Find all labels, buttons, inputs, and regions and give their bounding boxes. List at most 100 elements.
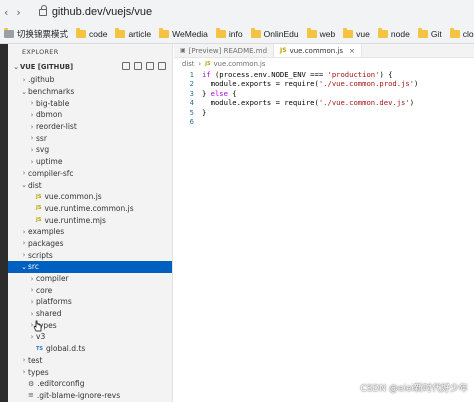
tree-item-label: shared bbox=[36, 309, 62, 319]
tree-item-label: .git-blame-ignore-revs bbox=[36, 390, 121, 400]
chevron-down-icon: ⌄ bbox=[21, 262, 27, 271]
tree-item-label: vue.runtime.mjs bbox=[44, 215, 106, 225]
tree-item-label: examples bbox=[28, 227, 65, 237]
tree-folder[interactable]: › compiler-sfc bbox=[8, 168, 172, 180]
chevron-right-icon: › bbox=[198, 60, 202, 68]
bookmark-item[interactable]: WeMedia bbox=[159, 28, 208, 39]
code-editor[interactable]: 1 if (process.env.NODE_ENV === 'productio… bbox=[174, 70, 474, 126]
chevron-right-icon: › bbox=[30, 134, 34, 143]
breadcrumb-file[interactable]: vue.common.js bbox=[214, 60, 266, 68]
tree-file[interactable]: JS vue.common.js bbox=[8, 191, 172, 203]
chevron-right-icon: › bbox=[22, 227, 26, 236]
tree-item-label: vue.common.js bbox=[44, 192, 102, 202]
code-token: ) bbox=[414, 79, 419, 89]
tree-file[interactable]: ⚙ .editorconfig bbox=[8, 378, 172, 390]
bookmark-item[interactable]: info bbox=[215, 28, 243, 39]
repo-root[interactable]: ⌄ VUE [GITHUB] bbox=[8, 60, 172, 74]
tree-folder[interactable]: › v3 bbox=[8, 331, 172, 343]
bookmark-label: 切换锦票模式 bbox=[17, 29, 69, 39]
bookmark-item[interactable]: OnlinEdu bbox=[250, 28, 299, 39]
bookmark-label: OnlinEdu bbox=[263, 29, 299, 39]
forward-arrow-icon[interactable]: › bbox=[12, 6, 24, 19]
collapse-all-icon[interactable] bbox=[158, 62, 166, 70]
tree-file[interactable]: JS vue.runtime.common.js bbox=[8, 203, 172, 215]
folder-icon bbox=[306, 28, 317, 38]
explorer-header: EXPLORER bbox=[22, 48, 59, 56]
tree-folder[interactable]: ⌄ src bbox=[8, 261, 172, 273]
preview-icon: ▣ bbox=[180, 47, 186, 54]
tree-item-label: .github bbox=[28, 75, 55, 85]
bookmark-label: vue bbox=[356, 29, 370, 39]
refresh-icon[interactable] bbox=[146, 62, 154, 70]
tree-item-label: test bbox=[28, 355, 43, 365]
new-file-icon[interactable] bbox=[122, 62, 130, 70]
gear-icon: ⚙ bbox=[28, 379, 35, 388]
tree-folder[interactable]: › uptime bbox=[8, 156, 172, 168]
bookmark-label: WeMedia bbox=[172, 29, 208, 39]
tree-file[interactable]: ≡ .git-blame-ignore-revs bbox=[8, 390, 172, 402]
tree-item-label: big-table bbox=[36, 98, 70, 108]
folder-icon bbox=[250, 28, 261, 38]
line-number: 6 bbox=[189, 116, 194, 126]
bookmark-label: Git bbox=[430, 29, 442, 39]
tree-folder[interactable]: ⌄ dist bbox=[8, 179, 172, 191]
editor-area: ▣ [Preview] README.md JS vue.common.js × dis… bbox=[174, 44, 474, 402]
tree-folder[interactable]: › big-table bbox=[8, 97, 172, 109]
tree-folder[interactable]: › platforms bbox=[8, 296, 172, 308]
tree-item-label: vue.runtime.common.js bbox=[44, 203, 134, 213]
tree-file[interactable]: TS global.d.ts bbox=[8, 343, 172, 355]
address-bar[interactable]: ‹ › github.dev/vuejs/vue bbox=[0, 0, 474, 24]
tree-folder[interactable]: › dbmon bbox=[8, 109, 172, 121]
code-line: 4 module.exports = require('./vue.common… bbox=[174, 98, 474, 107]
bookmark-item[interactable]: web bbox=[306, 28, 335, 39]
tree-folder[interactable]: › packages bbox=[8, 238, 172, 250]
code-token: } bbox=[202, 107, 207, 117]
bookmark-item[interactable]: cloud bbox=[449, 28, 474, 39]
editor-tab[interactable]: ▣ [Preview] README.md bbox=[174, 44, 275, 57]
bookmark-item[interactable]: 切换锦票模式 bbox=[4, 28, 68, 40]
tree-folder[interactable]: › core bbox=[8, 284, 172, 296]
bookmark-item[interactable]: Git bbox=[417, 28, 442, 39]
tree-folder[interactable]: › types bbox=[8, 366, 172, 378]
editor-tab[interactable]: JS vue.common.js × bbox=[274, 44, 362, 57]
code-token: module.exports = require( bbox=[202, 98, 319, 108]
close-icon[interactable]: × bbox=[349, 47, 355, 55]
bookmark-page-icon bbox=[4, 28, 14, 38]
chevron-right-icon: › bbox=[30, 157, 34, 166]
hand-cursor-icon bbox=[33, 320, 42, 332]
bookmark-item[interactable]: vue bbox=[343, 28, 370, 39]
tree-folder[interactable]: › ssr bbox=[8, 132, 172, 144]
chevron-right-icon: › bbox=[22, 356, 26, 365]
tree-file[interactable]: JS vue.runtime.mjs bbox=[8, 214, 172, 226]
tree-item-label: dbmon bbox=[36, 110, 63, 120]
tree-item-label: src bbox=[28, 262, 39, 272]
chevron-right-icon: › bbox=[30, 122, 34, 131]
tree-folder[interactable]: › shared bbox=[8, 308, 172, 320]
tree-item-label: scripts bbox=[28, 250, 53, 260]
breadcrumb-folder[interactable]: dist bbox=[182, 60, 194, 68]
line-number: 3 bbox=[189, 88, 194, 98]
tree-folder[interactable]: › scripts bbox=[8, 249, 172, 261]
line-number: 2 bbox=[189, 79, 194, 89]
js-file-icon: JS bbox=[36, 205, 42, 212]
bookmark-item[interactable]: code bbox=[76, 28, 107, 39]
bookmark-item[interactable]: node bbox=[377, 28, 410, 39]
js-icon: JS bbox=[280, 47, 287, 54]
tree-item-label: .editorconfig bbox=[37, 379, 85, 389]
url-text[interactable]: github.dev/vuejs/vue bbox=[52, 6, 152, 18]
tree-folder[interactable]: › examples bbox=[8, 226, 172, 238]
tree-folder[interactable]: ⌄ benchmarks bbox=[8, 86, 172, 98]
tree-folder[interactable]: › test bbox=[8, 355, 172, 367]
line-number: 5 bbox=[189, 107, 194, 117]
chevron-right-icon: › bbox=[30, 332, 34, 341]
tree-folder[interactable]: › svg bbox=[8, 144, 172, 156]
bookmark-item[interactable]: article bbox=[115, 28, 151, 39]
browser-chrome: ‹ › github.dev/vuejs/vue 切换锦票模式 code artic… bbox=[0, 0, 474, 44]
tree-folder[interactable]: › reorder-list bbox=[8, 121, 172, 133]
new-folder-icon[interactable] bbox=[134, 62, 142, 70]
tree-folder[interactable]: › .github bbox=[8, 74, 172, 86]
tree-folder[interactable]: › compiler bbox=[8, 273, 172, 285]
chevron-right-icon: › bbox=[30, 110, 34, 119]
watermark-text: CSDN @eiei新时代好少年 bbox=[360, 384, 468, 394]
back-arrow-icon[interactable]: ‹ bbox=[0, 6, 12, 19]
